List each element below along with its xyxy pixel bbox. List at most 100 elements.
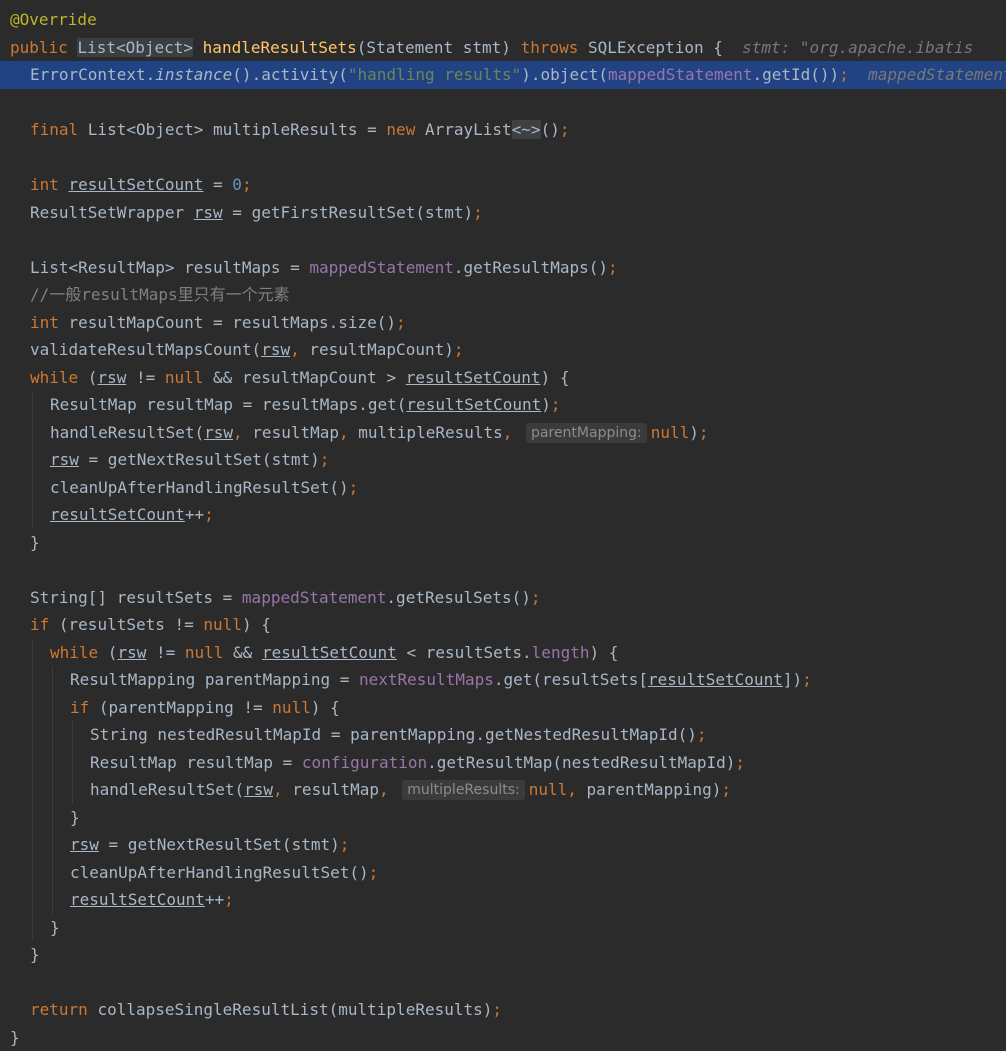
code-token: ; xyxy=(839,65,849,84)
code-token: , xyxy=(273,780,292,799)
code-token: , xyxy=(503,423,522,442)
indent-guide xyxy=(52,666,53,694)
code-token: parentMapping) xyxy=(587,780,722,799)
indent-guide xyxy=(52,886,53,914)
code-line[interactable]: } xyxy=(0,941,1006,969)
code-token: ; xyxy=(721,780,731,799)
code-line[interactable]: ResultMap resultMap = configuration.getR… xyxy=(0,749,1006,777)
code-token: = getNextResultSet(stmt) xyxy=(79,450,320,469)
code-token: ResultMapping parentMapping = xyxy=(70,670,359,689)
code-line[interactable]: } xyxy=(0,804,1006,832)
code-line[interactable]: if (parentMapping != null) { xyxy=(0,694,1006,722)
code-token: ResultMap resultMap = resultMaps.get( xyxy=(50,395,406,414)
code-token: resultSetCount xyxy=(262,643,397,662)
code-line[interactable]: cleanUpAfterHandlingResultSet(); xyxy=(0,474,1006,502)
indent-guide xyxy=(72,749,73,777)
code-token: .getId()) xyxy=(752,65,839,84)
code-editor[interactable]: @Override public List<Object> handleResul… xyxy=(0,0,1006,1044)
code-token: new xyxy=(386,120,425,139)
code-token: 0 xyxy=(232,175,242,194)
code-token: ; xyxy=(551,395,561,414)
code-line[interactable]: return collapseSingleResultList(multiple… xyxy=(0,996,1006,1024)
code-line[interactable]: handleResultSet(rsw, resultMap, multiple… xyxy=(0,776,1006,804)
code-token: ++ xyxy=(205,890,224,909)
indent-guide xyxy=(32,446,33,474)
code-line[interactable]: List<ResultMap> resultMaps = mappedState… xyxy=(0,254,1006,282)
code-token: resultSetCount xyxy=(70,890,205,909)
code-token: mappedStatement xyxy=(242,588,387,607)
code-token: && xyxy=(233,643,262,662)
code-token: throws xyxy=(521,38,588,57)
indent-guide xyxy=(32,859,33,887)
code-token: ; xyxy=(608,258,618,277)
code-token: ; xyxy=(473,203,483,222)
code-token: "handling results" xyxy=(348,65,521,84)
code-token: mappedStatement xyxy=(309,258,454,277)
code-line[interactable]: ErrorContext.instance().activity("handli… xyxy=(0,61,1006,89)
code-line[interactable] xyxy=(0,144,1006,172)
code-token: resultMapCount = resultMaps.size() xyxy=(69,313,397,332)
code-line[interactable]: } xyxy=(0,529,1006,557)
code-token: ; xyxy=(349,478,359,497)
indent-guide xyxy=(32,804,33,832)
indent-guide xyxy=(52,694,53,722)
code-token: ++ xyxy=(185,505,204,524)
code-line[interactable]: validateResultMapsCount(rsw, resultMapCo… xyxy=(0,336,1006,364)
indent-guide xyxy=(52,749,53,777)
code-line[interactable]: String[] resultSets = mappedStatement.ge… xyxy=(0,584,1006,612)
code-token: , xyxy=(567,780,586,799)
code-token: rsw xyxy=(117,643,146,662)
code-line[interactable]: } xyxy=(0,914,1006,942)
code-line[interactable]: int resultMapCount = resultMaps.size(); xyxy=(0,309,1006,337)
code-token: length xyxy=(532,643,590,662)
code-line[interactable] xyxy=(0,89,1006,117)
code-token: ; xyxy=(560,120,570,139)
code-line[interactable]: ResultMapping parentMapping = nextResult… xyxy=(0,666,1006,694)
code-line[interactable]: rsw = getNextResultSet(stmt); xyxy=(0,446,1006,474)
code-token: String nestedResultMapId = parentMapping… xyxy=(90,725,697,744)
code-line[interactable]: while (rsw != null && resultMapCount > r… xyxy=(0,364,1006,392)
code-token: ) { xyxy=(311,698,340,717)
code-line[interactable]: rsw = getNextResultSet(stmt); xyxy=(0,831,1006,859)
code-token: ) { xyxy=(589,643,618,662)
code-line[interactable] xyxy=(0,226,1006,254)
code-line[interactable]: resultSetCount++; xyxy=(0,501,1006,529)
code-token: ; xyxy=(204,505,214,524)
code-line[interactable] xyxy=(0,556,1006,584)
code-token: handleResultSet( xyxy=(90,780,244,799)
code-line[interactable]: ResultSetWrapper rsw = getFirstResultSet… xyxy=(0,199,1006,227)
code-token: .getResultMap(nestedResultMapId) xyxy=(427,753,735,772)
code-line[interactable]: String nestedResultMapId = parentMapping… xyxy=(0,721,1006,749)
code-line[interactable]: handleResultSet(rsw, resultMap, multiple… xyxy=(0,419,1006,447)
code-token: collapseSingleResultList(multipleResults… xyxy=(97,1000,492,1019)
code-token: () xyxy=(541,120,560,139)
code-token: rsw xyxy=(244,780,273,799)
code-token: && resultMapCount > xyxy=(213,368,406,387)
code-token: = xyxy=(203,175,232,194)
code-line[interactable]: //一般resultMaps里只有一个元素 xyxy=(0,281,1006,309)
code-line[interactable] xyxy=(0,969,1006,997)
code-token: = getNextResultSet(stmt) xyxy=(99,835,340,854)
code-line[interactable]: ResultMap resultMap = resultMaps.get(res… xyxy=(0,391,1006,419)
code-line[interactable]: if (resultSets != null) { xyxy=(0,611,1006,639)
code-token: ]) xyxy=(783,670,802,689)
indent-guide xyxy=(32,914,33,942)
code-token: if xyxy=(70,698,99,717)
code-token: @Override xyxy=(10,10,97,29)
code-token: instance xyxy=(155,65,232,84)
code-line[interactable]: cleanUpAfterHandlingResultSet(); xyxy=(0,859,1006,887)
indent-guide xyxy=(32,831,33,859)
code-token: null xyxy=(272,698,311,717)
code-token: rsw xyxy=(70,835,99,854)
code-token: if xyxy=(30,615,59,634)
code-token: , xyxy=(290,340,309,359)
code-line[interactable]: } xyxy=(0,1024,1006,1051)
code-token: ( xyxy=(108,643,118,662)
code-line[interactable]: while (rsw != null && resultSetCount < r… xyxy=(0,639,1006,667)
code-token: ) { xyxy=(242,615,271,634)
code-line[interactable]: int resultSetCount = 0; xyxy=(0,171,1006,199)
code-line[interactable]: public List<Object> handleResultSets(Sta… xyxy=(0,34,1006,62)
code-line[interactable]: @Override xyxy=(0,6,1006,34)
code-line[interactable]: final List<Object> multipleResults = new… xyxy=(0,116,1006,144)
code-line[interactable]: resultSetCount++; xyxy=(0,886,1006,914)
